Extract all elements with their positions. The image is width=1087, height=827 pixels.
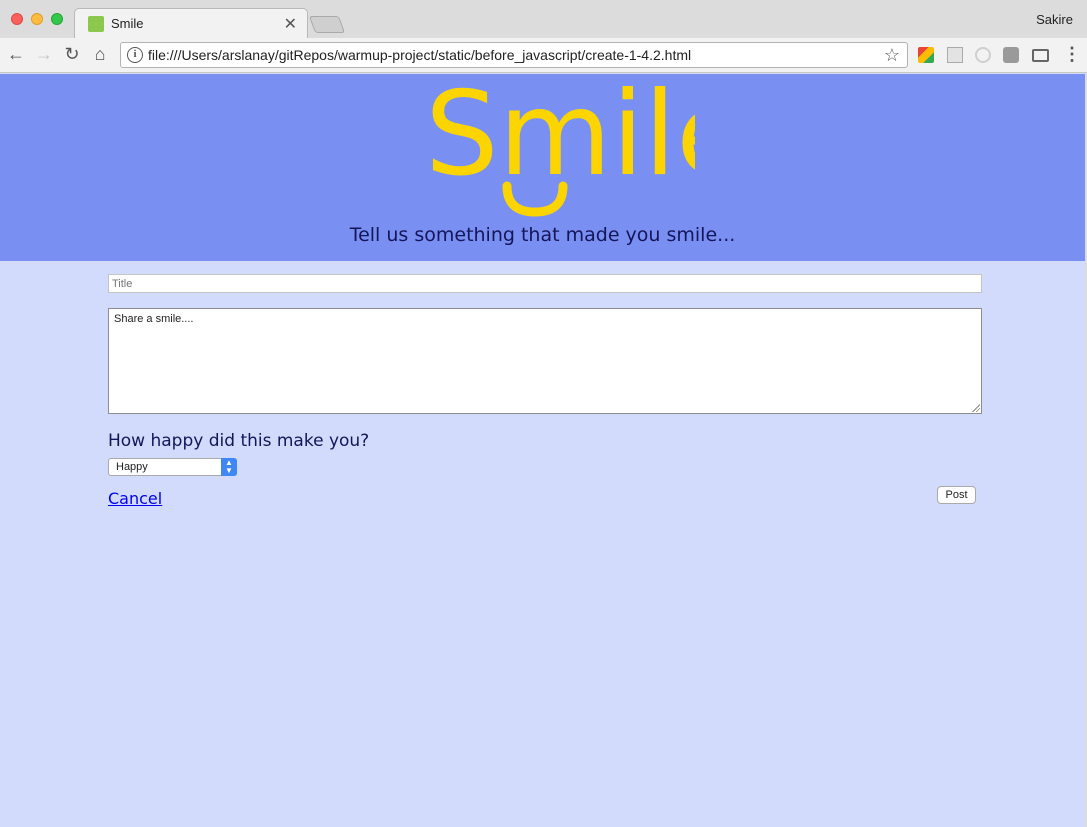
happiness-question: How happy did this make you? — [108, 431, 370, 451]
cast-icon[interactable] — [1032, 49, 1049, 62]
happiness-select[interactable]: Happy ▲ ▼ — [108, 458, 237, 476]
reload-icon[interactable]: ↻ — [60, 42, 84, 66]
extension-gear-icon[interactable] — [975, 47, 991, 63]
header-banner: Smile Tell us something that made you sm… — [0, 74, 1085, 261]
info-icon[interactable]: i — [127, 47, 143, 63]
minimize-window-button[interactable] — [31, 13, 43, 25]
profile-name[interactable]: Sakire — [1036, 12, 1073, 27]
smile-text-area[interactable]: Share a smile.... — [108, 308, 982, 414]
bookmark-star-icon[interactable]: ☆ — [884, 45, 900, 66]
forward-icon[interactable]: → — [32, 42, 56, 66]
post-button[interactable]: Post — [937, 486, 976, 504]
extension-icon[interactable] — [1003, 47, 1019, 63]
browser-menu-icon[interactable]: ⋮ — [1063, 44, 1081, 65]
tagline: Tell us something that made you smile... — [349, 224, 736, 246]
smile-favicon-icon — [88, 16, 104, 32]
document-extension-icon[interactable] — [947, 47, 963, 63]
address-url[interactable]: file:///Users/arslanay/gitRepos/warmup-p… — [148, 47, 691, 63]
cancel-link[interactable]: Cancel — [108, 489, 162, 508]
page-viewport: Smile Tell us something that made you sm… — [0, 74, 1087, 827]
zoom-window-button[interactable] — [51, 13, 63, 25]
google-drive-extension-icon[interactable] — [918, 47, 934, 63]
select-arrows-icon: ▲ ▼ — [221, 458, 237, 476]
browser-tab[interactable]: Smile ✕ — [74, 8, 308, 39]
close-window-button[interactable] — [11, 13, 23, 25]
browser-titlebar: Smile ✕ Sakire — [0, 0, 1087, 39]
home-icon[interactable]: ⌂ — [88, 42, 112, 66]
happiness-selected-value: Happy — [116, 461, 148, 473]
title-input[interactable] — [108, 274, 982, 293]
resize-handle-icon[interactable] — [972, 404, 980, 412]
back-icon[interactable]: ← — [4, 42, 28, 66]
close-tab-icon[interactable]: ✕ — [284, 14, 297, 34]
tab-title: Smile — [111, 16, 144, 31]
smile-logo: Smile — [425, 76, 695, 217]
address-bar[interactable]: i file:///Users/arslanay/gitRepos/warmup… — [120, 42, 908, 68]
browser-toolbar: ← → ↻ ⌂ i file:///Users/arslanay/gitRepo… — [0, 38, 1087, 73]
new-tab-button[interactable] — [308, 16, 346, 33]
